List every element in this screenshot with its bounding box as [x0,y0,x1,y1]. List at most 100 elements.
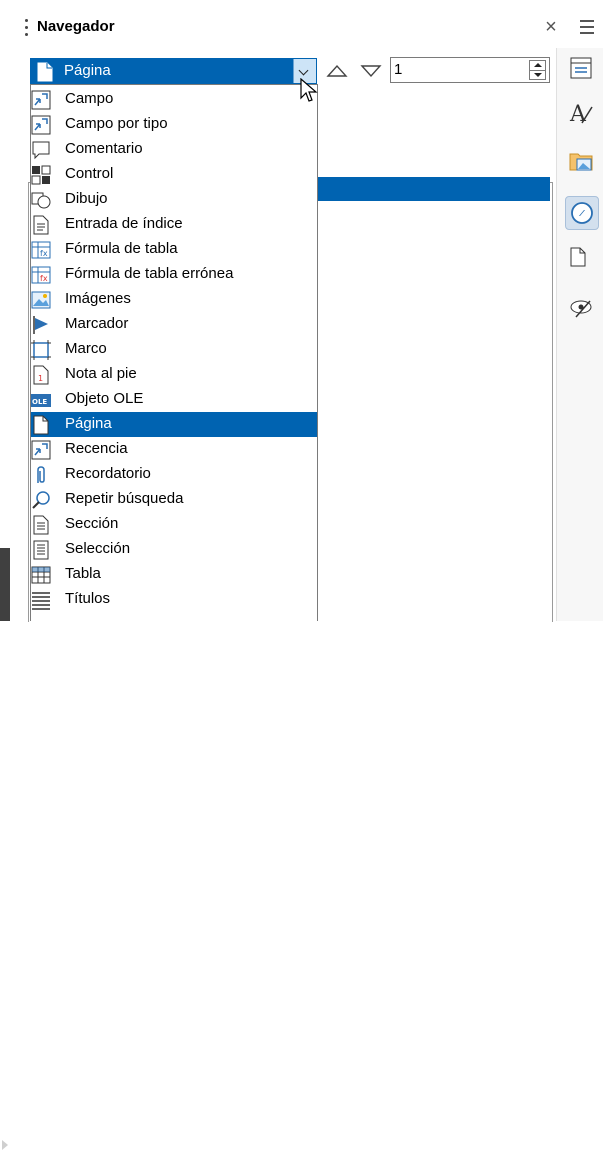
index-entry-icon [33,215,49,235]
dropdown-item-recordatorio[interactable]: Recordatorio [31,462,317,487]
sidebar-tab-styles[interactable]: A [565,96,597,128]
dropdown-item-títulos[interactable]: Títulos [31,587,317,612]
sidebar-tab-page[interactable] [565,244,597,276]
repeat-search-icon [32,491,50,509]
dropdown-item-label: Imágenes [65,290,131,307]
dropdown-item-label: Campo [65,90,114,107]
sidebar-tab-bar: A [556,48,603,621]
dropdown-item-label: Comentario [65,140,143,157]
dropdown-item-nota-al-pie[interactable]: 1 Nota al pie [31,362,317,387]
dropdown-item-recencia[interactable]: Recencia [31,437,317,462]
dropdown-item-sección[interactable]: Sección [31,512,317,537]
spin-down-button[interactable] [530,70,545,80]
dropdown-item-campo-por-tipo[interactable]: Campo por tipo [31,112,317,137]
content-type-combobox[interactable]: Página [30,58,317,84]
svg-text:1: 1 [38,374,43,383]
images-icon [31,291,51,309]
sidebar-tab-navigator[interactable] [565,196,599,230]
properties-icon [570,57,592,79]
content-type-dropdown-list[interactable]: Campo Campo por tipo Comentario Control Dibu… [30,84,318,621]
svg-text:fx: fx [40,274,48,283]
dropdown-item-label: Marcador [65,315,129,332]
table-formula-icon: fx [31,241,51,259]
dropdown-item-label: Tabla [65,565,101,582]
spin-buttons[interactable] [529,60,546,80]
dropdown-item-repetir-búsqueda[interactable]: Repetir búsqueda [31,487,317,512]
dropdown-item-label: Fórmula de tabla [65,240,178,257]
dropdown-item-label: Selección [65,540,131,557]
panel-title: Navegador [37,18,115,35]
page-icon [37,62,53,82]
page-number-input[interactable] [394,60,514,78]
reminder-icon [37,466,45,483]
dropdown-item-fórmula-de-tabla-errónea[interactable]: fx Fórmula de tabla errónea [31,262,317,287]
dropdown-item-label: Nota al pie [65,365,137,382]
dropdown-item-selección[interactable]: Selección [31,537,317,562]
dropdown-item-tabla[interactable]: Tabla [31,562,317,587]
dropdown-item-label: Objeto OLE [65,390,144,407]
svg-text:A: A [569,102,587,125]
comment-icon [32,141,50,160]
bookmark-icon [33,316,48,334]
svg-text:fx: fx [40,249,48,258]
left-collapse-bar[interactable] [0,548,10,1150]
table-icon [31,566,51,584]
dropdown-item-label: Títulos [65,590,111,607]
dropdown-item-label: Fórmula de tabla errónea [65,265,234,282]
ole-object-icon: OLE [31,394,51,407]
dropdown-item-objeto-ole[interactable]: OLE Objeto OLE [31,387,317,412]
selection-icon [33,540,49,560]
sidebar-tab-properties[interactable] [565,52,597,84]
left-edge [0,0,10,621]
page-icon [570,247,586,267]
drag-grip-icon[interactable] [25,19,28,41]
dropdown-item-label: Entrada de índice [65,215,183,232]
dropdown-item-label: Página [65,415,112,432]
dropdown-item-control[interactable]: Control [31,162,317,187]
dropdown-item-label: Sección [65,515,119,532]
dropdown-item-marcador[interactable]: Marcador [31,312,317,337]
page-icon [33,415,49,435]
field-icon [31,90,51,110]
headings-icon [32,592,50,610]
combobox-value: Página [64,62,111,79]
close-button[interactable]: × [540,16,562,38]
section-icon [33,515,49,535]
dropdown-item-label: Dibujo [65,190,108,207]
content-selected-row[interactable] [317,177,550,201]
svg-text:OLE: OLE [32,398,47,406]
page-number-spinbox[interactable] [390,57,550,83]
mouse-cursor-icon [300,78,318,102]
dropdown-item-label: Recordatorio [65,465,151,482]
navigator-header: Navegador × [10,0,603,56]
panel-menu-button[interactable] [576,16,598,38]
drawing-icon [31,192,51,209]
style-inspector-icon [570,300,592,318]
dropdown-item-label: Marco [65,340,107,357]
dropdown-item-dibujo[interactable]: Dibujo [31,187,317,212]
dropdown-item-imágenes[interactable]: Imágenes [31,287,317,312]
dropdown-item-label: Campo por tipo [65,115,168,132]
sidebar-tab-style-inspector[interactable] [565,292,597,324]
footnote-icon: 1 [33,365,49,385]
dropdown-item-fórmula-de-tabla[interactable]: fx Fórmula de tabla [31,237,317,262]
field-by-type-icon [31,115,51,135]
dropdown-item-label: Recencia [65,440,128,457]
recency-icon [31,440,51,460]
navigator-icon [571,202,593,224]
dropdown-item-entrada-de-índice[interactable]: Entrada de índice [31,212,317,237]
sidebar-tab-gallery[interactable] [565,144,597,176]
styles-icon: A [569,102,593,125]
dropdown-item-comentario[interactable]: Comentario [31,137,317,162]
dropdown-item-campo[interactable]: Campo [31,87,317,112]
dropdown-item-label: Repetir búsqueda [65,490,184,507]
navigate-next-button[interactable] [360,61,382,81]
navigate-previous-button[interactable] [326,61,348,81]
expand-arrow-icon [2,1140,8,1150]
frame-icon [31,340,51,360]
dropdown-item-marco[interactable]: Marco [31,337,317,362]
dropdown-item-label: Control [65,165,114,182]
spin-up-button[interactable] [530,61,545,70]
dropdown-item-página[interactable]: Página [31,412,317,437]
control-icon [31,165,51,185]
